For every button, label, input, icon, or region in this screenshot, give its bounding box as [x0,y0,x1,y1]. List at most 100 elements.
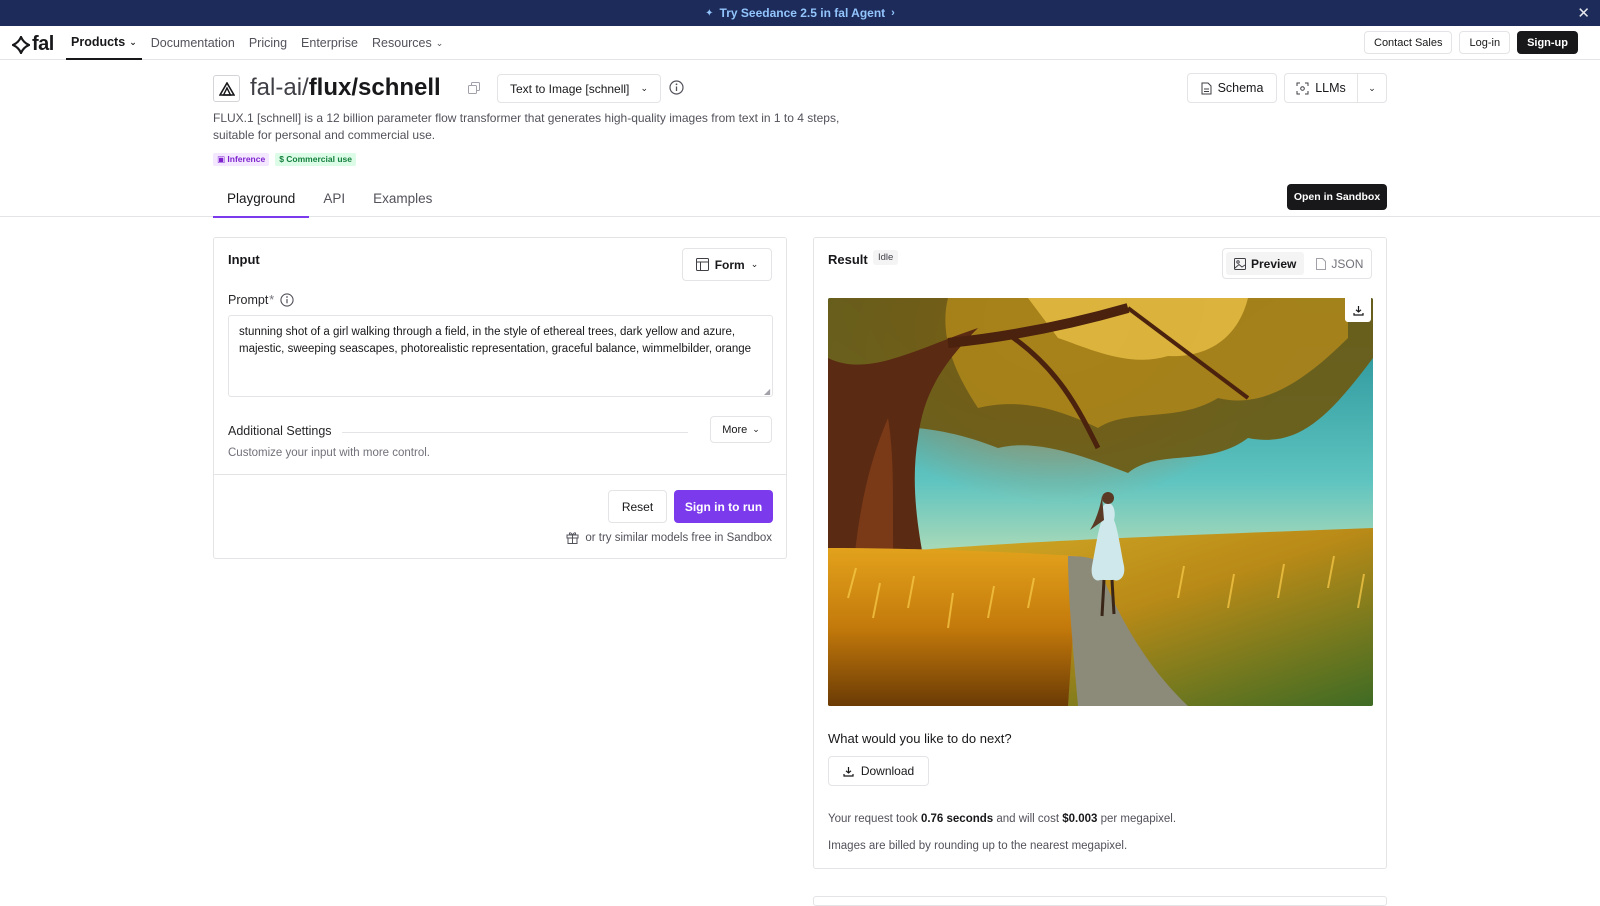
nav-item-label: Documentation [150,36,235,50]
required-marker: * [269,293,275,307]
close-icon[interactable]: ✕ [1577,4,1590,22]
schema-label: Schema [1217,81,1264,95]
promo-banner-text[interactable]: Try Seedance 2.5 in fal Agent [720,6,886,20]
download-button[interactable]: Download [828,756,929,786]
json-toggle[interactable]: JSON [1308,252,1371,275]
document-icon [1201,82,1212,94]
settings-divider [342,432,688,433]
input-title: Input [228,252,260,267]
model-description: FLUX.1 [schnell] is a 12 billion paramet… [213,111,840,142]
model-name: flux/schnell [308,74,441,101]
nav-item-enterprise[interactable]: Enterprise [296,26,363,60]
signup-button[interactable]: Sign-up [1517,31,1578,54]
layout-icon [695,258,709,271]
request-cost: $0.003 [1062,813,1098,825]
chevron-down-icon: ⌄ [752,424,760,434]
prompt-input[interactable]: stunning shot of a girl walking through … [228,315,773,397]
resize-handle-icon[interactable]: ◢ [764,387,770,396]
inference-tag-label: Inference [227,154,266,164]
billing-note: Images are billed by rounding up to the … [828,840,1128,852]
json-label: JSON [1331,256,1364,271]
inference-tag: ▣ Inference [213,153,270,166]
nav-item-label: Enterprise [301,36,359,50]
schema-button[interactable]: Schema [1187,73,1277,103]
download-label: Download [860,764,915,778]
variant-label: Text to Image [schnell] [510,81,630,96]
sandbox-hint-text: or try similar models free in Sandbox [585,531,772,544]
model-tabs: Playground API Examples [213,186,446,218]
generated-image[interactable] [828,298,1373,706]
chevron-down-icon[interactable]: ⌄ [1358,74,1386,102]
gift-icon [566,532,579,544]
result-panel: Result Idle Preview JSON What would you … [813,237,1387,869]
more-label: More [722,423,748,436]
nav-item-resources[interactable]: Resources ⌄ [367,26,448,60]
additional-settings-title: Additional Settings [228,424,332,438]
next-panel-edge [813,896,1387,906]
chevron-down-icon: ⌄ [640,83,648,93]
nav-item-pricing[interactable]: Pricing [244,26,292,60]
tab-examples[interactable]: Examples [359,186,446,218]
generated-image-art [828,298,1373,706]
arrow-right-icon: › [891,7,895,19]
login-button[interactable]: Log-in [1459,31,1511,54]
file-icon [1316,257,1327,270]
result-view-toggle: Preview JSON [1222,248,1372,279]
fal-logo[interactable]: fal [12,33,54,56]
model-tags: ▣ Inference $ Commercial use [213,153,356,166]
chevron-down-icon: ⌄ [435,37,444,48]
prompt-label: Prompt * [228,293,294,307]
top-navigation: fal Products ⌄ Documentation Pricing Ent… [0,26,1600,60]
image-icon [1234,257,1246,270]
contact-sales-button[interactable]: Contact Sales [1364,31,1453,54]
llms-label: LLMs [1315,81,1346,95]
sandbox-hint-link[interactable]: or try similar models free in Sandbox [566,531,772,544]
nav-item-label: Pricing [248,36,288,50]
request-duration: 0.76 seconds [920,813,994,825]
llms-button-group: LLMs ⌄ [1284,73,1387,103]
prompt-label-text: Prompt [228,293,269,307]
tab-playground[interactable]: Playground [213,186,310,218]
request-stats: Your request took 0.76 seconds and will … [828,813,1176,825]
next-steps-heading: What would you like to do next? [828,731,1012,746]
commercial-tag-label: Commercial use [286,154,352,164]
copy-icon[interactable] [468,82,480,97]
scan-icon [1296,82,1309,94]
stats-mid: and will cost [996,813,1060,825]
nav-item-label: Products [71,35,126,49]
sparkle-icon: ✦ [705,7,714,19]
stats-suffix: per megapixel. [1100,813,1177,825]
model-provider-icon [213,75,240,102]
llms-button[interactable]: LLMs [1285,74,1358,102]
commercial-use-tag: $ Commercial use [275,153,356,166]
stats-prefix: Your request took [828,813,918,825]
nav-item-products[interactable]: Products ⌄ [66,26,142,60]
chevron-down-icon: ⌄ [129,36,137,47]
logo-text: fal [32,33,54,55]
nav-links: Products ⌄ Documentation Pricing Enterpr… [66,26,452,60]
nav-actions: Contact Sales Log-in Sign-up [1364,31,1578,54]
sign-in-to-run-button[interactable]: Sign in to run [674,490,773,523]
triangle-logo-icon [218,81,235,96]
promo-banner[interactable]: ✦ Try Seedance 2.5 in fal Agent › ✕ [0,0,1600,26]
info-icon[interactable] [280,293,294,307]
model-title: fal-ai/flux/schnell [250,74,441,102]
open-in-sandbox-button[interactable]: Open in Sandbox [1287,184,1387,210]
model-variant-select[interactable]: Text to Image [schnell] ⌄ [497,74,661,103]
nav-item-label: Resources [372,36,432,50]
chevron-down-icon: ⌄ [750,259,759,269]
preview-toggle[interactable]: Preview [1226,252,1305,275]
model-owner: fal-ai/ [250,74,309,101]
form-view-select[interactable]: Form ⌄ [682,248,772,281]
result-title: Result [828,252,868,267]
status-badge: Idle [873,250,899,265]
nav-item-documentation[interactable]: Documentation [146,26,240,60]
fal-logo-icon [12,35,30,54]
preview-label: Preview [1251,256,1297,271]
download-icon[interactable] [1345,298,1371,322]
info-icon[interactable] [669,80,684,98]
reset-button[interactable]: Reset [608,490,667,523]
tab-api[interactable]: API [309,186,359,218]
form-label: Form [714,257,745,272]
more-settings-button[interactable]: More ⌄ [710,416,772,443]
